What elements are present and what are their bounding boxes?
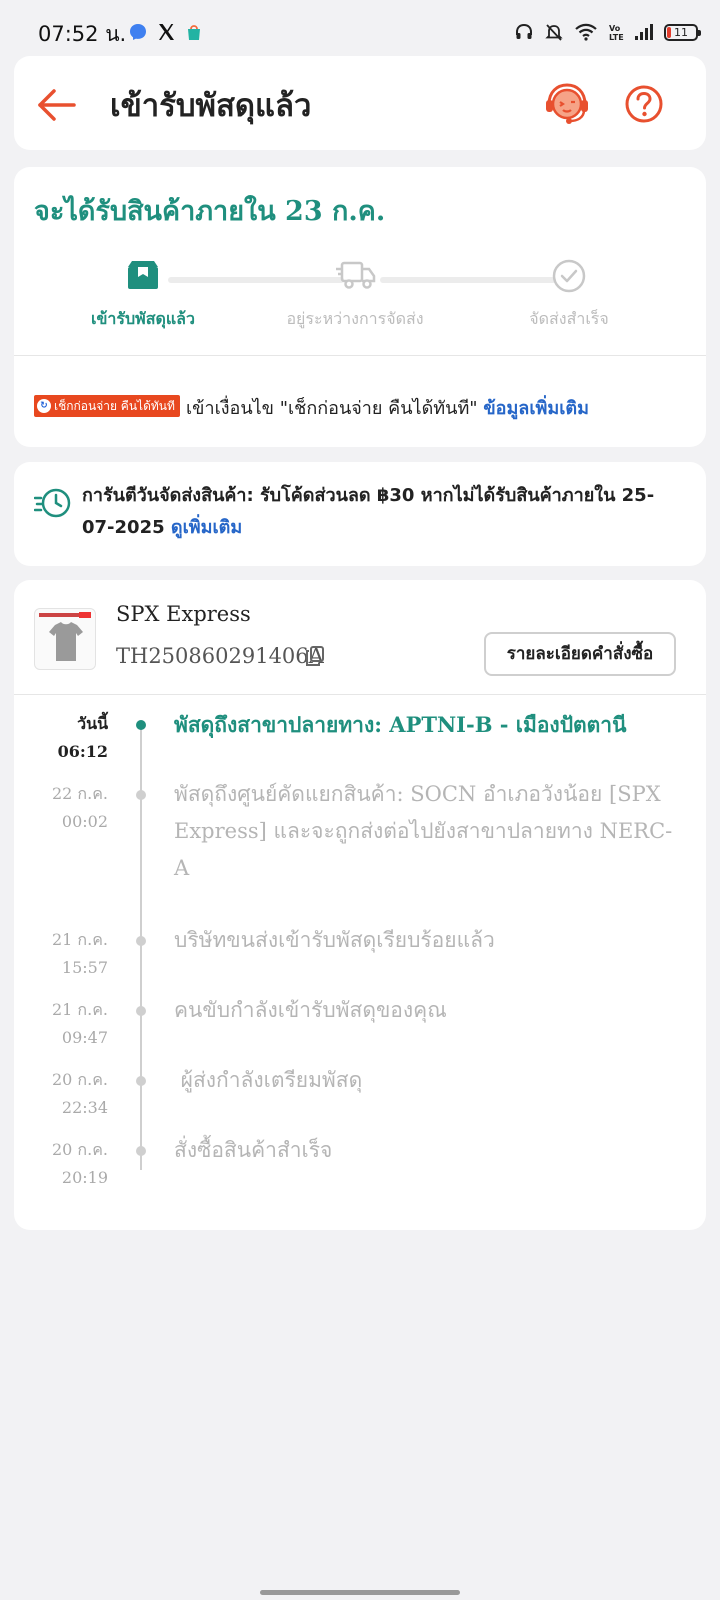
truck-icon [336, 261, 376, 289]
guarantee-text: การันตีวันจัดส่งสินค้า: รับโค้ดส่วนลด ฿3… [82, 480, 682, 544]
home-indicator[interactable] [260, 1590, 460, 1595]
tshirt-image [49, 622, 83, 661]
event-description: คนขับกำลังเข้ารับพัสดุของคุณ [174, 998, 447, 1022]
step-label-picked-up: เข้ารับพัสดุแล้ว [91, 309, 195, 328]
svg-text:LTE: LTE [609, 33, 624, 42]
timeline-dot [136, 720, 146, 730]
event-description: บริษัทขนส่งเข้ารับพัสดุเรียบร้อยแล้ว [174, 928, 495, 952]
messenger-icon [130, 24, 146, 40]
shopee-icon [188, 25, 200, 40]
timeline-dot [136, 1076, 146, 1086]
check-circle-icon [552, 259, 586, 293]
progress-track [168, 277, 344, 283]
event-datetime: วันนี้ 06:12 [34, 710, 108, 766]
event-date: 22 ก.ค. [51, 784, 108, 803]
page-title: เข้ารับพัสดุแล้ว [110, 88, 312, 124]
event-description: สั่งซื้อสินค้าสำเร็จ [174, 1138, 333, 1162]
parcel-icon [128, 261, 158, 289]
headphones-icon [516, 23, 532, 39]
event-datetime: 21 ก.ค. 09:47 [34, 996, 108, 1052]
event-description: พัสดุถึงศูนย์คัดแยกสินค้า: SOCN อำเภอวัง… [174, 782, 673, 880]
badge-text: เช็กก่อนจ่าย คืนได้ทันที [54, 398, 175, 413]
see-more-link[interactable]: ดูเพิ่มเติม [171, 517, 242, 538]
progress-track [380, 277, 556, 283]
tracking-card: SPX Express TH250860291406A รายละเอียดคำ… [14, 580, 706, 1230]
status-bar: 07:52 น. Vo LTE 11 [0, 0, 720, 56]
help-icon[interactable] [624, 84, 664, 124]
battery-icon: 11 [664, 23, 701, 41]
divider [14, 694, 706, 695]
wifi-icon [575, 23, 597, 41]
event-datetime: 21 ก.ค. 15:57 [34, 926, 108, 982]
step-label-delivered: จัดส่งสำเร็จ [529, 309, 609, 328]
event-date: 20 ก.ค. [51, 1070, 108, 1089]
back-arrow-icon[interactable] [34, 82, 80, 128]
event-time: 00:02 [61, 812, 108, 831]
event-date: 21 ก.ค. [51, 1000, 108, 1019]
fast-clock-icon [34, 488, 71, 518]
mute-icon [545, 24, 563, 41]
status-time: 07:52 น. [38, 22, 127, 46]
refresh-icon: ↻ [37, 399, 51, 413]
event-datetime: 22 ก.ค. 00:02 [34, 780, 108, 836]
promo-info: เข้าเงื่อนไข "เช็กก่อนจ่าย คืนได้ทันที" … [186, 393, 589, 422]
battery-level: 11 [674, 25, 688, 39]
order-details-button[interactable]: รายละเอียดคำสั่งซื้อ [484, 632, 676, 676]
header-bar: เข้ารับพัสดุแล้ว [14, 56, 706, 150]
timeline-dot [136, 1146, 146, 1156]
x-icon [159, 24, 174, 40]
event-time: 06:12 [57, 742, 108, 761]
divider [14, 355, 706, 356]
customer-support-icon[interactable] [544, 80, 590, 126]
event-time: 09:47 [61, 1028, 108, 1047]
event-description: พัสดุถึงสาขาปลายทาง: APTNI-B - เมืองปัตต… [174, 712, 627, 737]
event-time: 22:34 [61, 1098, 108, 1117]
promo-text: เข้าเงื่อนไข "เช็กก่อนจ่าย คืนได้ทันที" [186, 398, 478, 419]
more-info-link[interactable]: ข้อมูลเพิ่มเติม [483, 398, 589, 419]
step-label-in-transit: อยู่ระหว่างการจัดส่ง [286, 309, 424, 328]
copy-icon[interactable] [306, 646, 324, 666]
event-date: วันนี้ [77, 714, 108, 733]
event-time: 20:19 [61, 1168, 108, 1187]
event-description: ผู้ส่งกำลังเตรียมพัสดุ [174, 1068, 363, 1092]
product-thumbnail [34, 608, 96, 670]
timeline-dot [136, 936, 146, 946]
signal-icon [635, 24, 653, 40]
event-date: 20 ก.ค. [51, 1140, 108, 1159]
delivery-guarantee-card[interactable]: การันตีวันจัดส่งสินค้า: รับโค้ดส่วนลด ฿3… [14, 462, 706, 566]
timeline-dot [136, 790, 146, 800]
carrier-name: SPX Express [116, 602, 251, 626]
event-datetime: 20 ก.ค. 22:34 [34, 1066, 108, 1122]
event-date: 21 ก.ค. [51, 930, 108, 949]
delivery-progress-card: จะได้รับสินค้าภายใน 23 ก.ค. เข้ารับพัสดุ… [14, 167, 706, 447]
volte-icon: Vo LTE [609, 24, 624, 42]
timeline-dot [136, 1006, 146, 1016]
event-time: 15:57 [61, 958, 108, 977]
svg-text:Vo: Vo [609, 24, 621, 33]
guarantee-message: การันตีวันจัดส่งสินค้า: รับโค้ดส่วนลด ฿3… [82, 485, 655, 538]
event-datetime: 20 ก.ค. 20:19 [34, 1136, 108, 1192]
check-before-pay-badge: ↻ เช็กก่อนจ่าย คืนได้ทันที [34, 395, 180, 417]
tracking-number: TH250860291406A [116, 644, 324, 668]
estimated-delivery: จะได้รับสินค้าภายใน 23 ก.ค. [34, 196, 386, 227]
